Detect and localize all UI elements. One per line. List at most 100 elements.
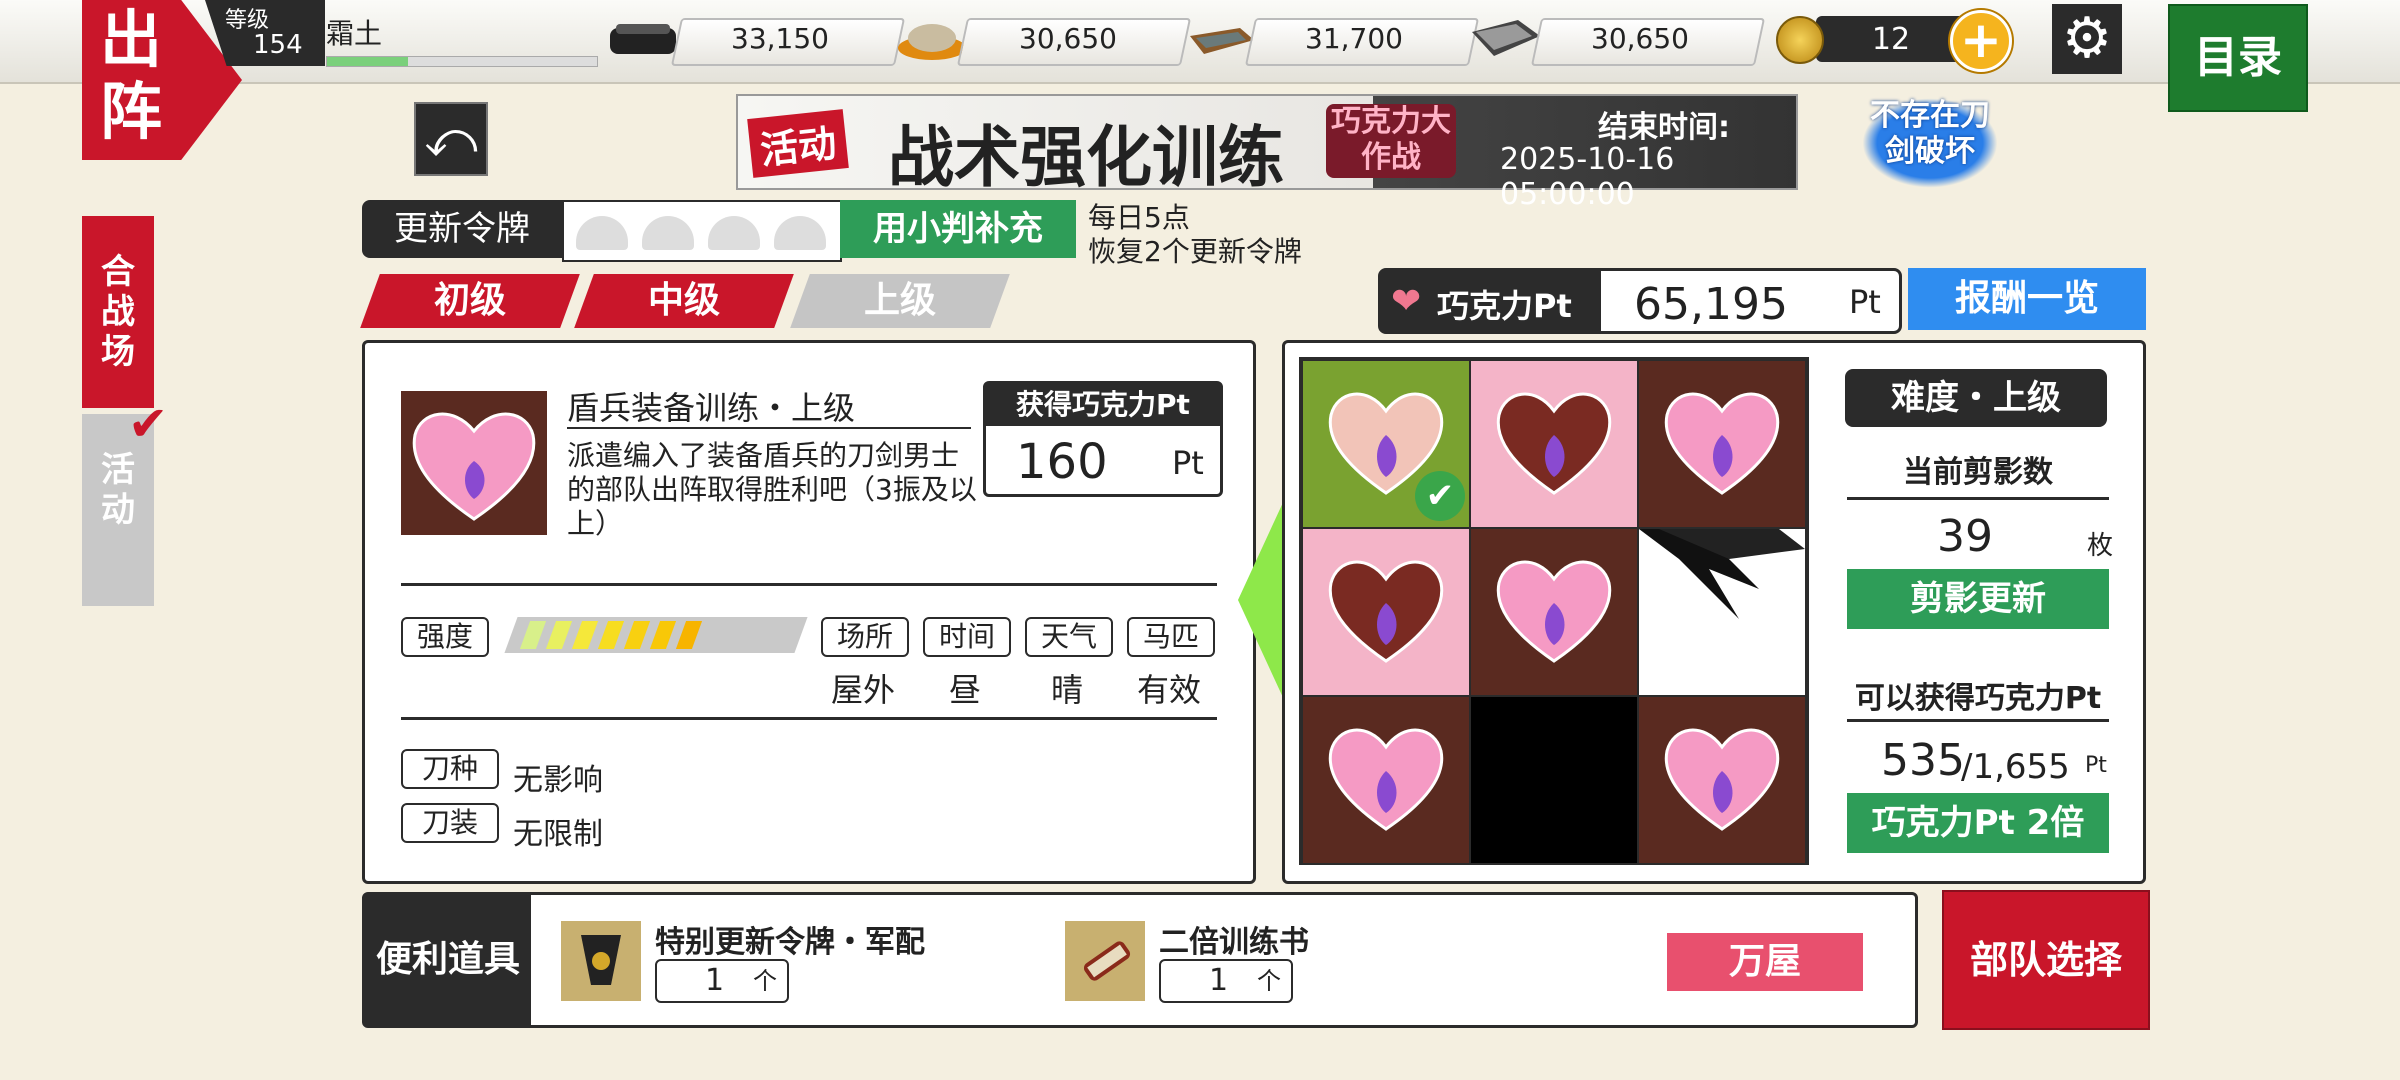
- silhouette-cell[interactable]: [1639, 529, 1805, 695]
- resource-value-cooling: 30,650: [1019, 22, 1117, 55]
- strength-segment: [702, 621, 728, 649]
- silhouette-cell[interactable]: [1303, 697, 1469, 863]
- choco-heart-icon: [1328, 728, 1444, 831]
- koban-value: 12: [1871, 22, 1911, 57]
- token-slots: [562, 200, 842, 262]
- banner-subtitle: 巧克力大作战: [1326, 104, 1456, 178]
- sword-type-value: 无影响: [513, 763, 603, 798]
- token-label: 更新令牌: [362, 200, 562, 258]
- no-break-badge: 不存在刀剑破坏: [1862, 98, 1998, 188]
- silhouette-refresh-button[interactable]: 剪影更新: [1847, 569, 2109, 629]
- equip-value: 无限制: [513, 817, 603, 852]
- strength-label: 强度: [401, 617, 489, 657]
- settings-gear-icon[interactable]: ⚙: [2052, 4, 2122, 74]
- choco-heart-icon: [1664, 392, 1780, 495]
- silhouette-grid: ✔: [1299, 357, 1809, 865]
- tab-beginner-label: 初级: [433, 280, 506, 321]
- reward-box: 获得巧克力Pt 160 Pt: [983, 381, 1223, 497]
- mission-panel: 盾兵装备训练・上级 派遣编入了装备盾兵的刀剑男士的部队出阵取得胜利吧（3振及以上…: [362, 340, 1256, 884]
- item2-qty-unit: 个: [1257, 967, 1281, 995]
- choco-heart-icon: [1496, 392, 1612, 495]
- choco-pt-box: ❤ 巧克力Pt 65,195 Pt: [1378, 268, 1902, 334]
- strength-segment: [623, 621, 651, 649]
- equip-label: 刀装: [401, 803, 499, 843]
- sortie-title-char-1: 出: [100, 3, 163, 76]
- condition-value: 昼: [948, 671, 981, 709]
- reward-value: 160: [1016, 434, 1108, 490]
- exp-bar-fill: [327, 57, 408, 66]
- refill-token-button[interactable]: 用小判补充: [840, 200, 1076, 258]
- tab-beginner[interactable]: 初级: [360, 274, 580, 328]
- event-banner: 活动 战术强化训练 巧克力大作战 结束时间: 2025-10-16 05:00:…: [736, 94, 1798, 212]
- check-icon: ✔: [1415, 471, 1465, 521]
- condition-label: 天气: [1025, 617, 1113, 657]
- condition-label: 场所: [821, 617, 909, 657]
- silhouette-cell[interactable]: [1471, 361, 1637, 527]
- charcoal-icon: [606, 14, 682, 64]
- strength-segment: [754, 621, 780, 649]
- resource-value-steel: 30,650: [1591, 22, 1689, 55]
- silhouette-cell[interactable]: [1639, 697, 1805, 863]
- items-label: 便利道具: [365, 895, 531, 1025]
- tab-battlefield-label: 合战场: [101, 252, 135, 372]
- gain-value: 535: [1881, 735, 1965, 786]
- condition-value: 晴: [1050, 671, 1083, 709]
- strength-segment: [597, 621, 625, 649]
- token-slot-icon: [708, 216, 760, 250]
- sword-type-label: 刀种: [401, 749, 499, 789]
- item1-quantity: 1 个: [655, 959, 789, 1003]
- condition-value: 有效: [1136, 671, 1201, 709]
- items-bar: 便利道具 特别更新令牌・军配 1 个 二倍训练书 1 个 万屋: [362, 892, 1918, 1028]
- tab-battlefield[interactable]: 合战场: [82, 216, 154, 408]
- special-token-icon: [561, 921, 641, 1001]
- banner-tag: 活动: [747, 109, 849, 178]
- silhouette-cell[interactable]: ✔: [1303, 361, 1469, 527]
- reward-list-button[interactable]: 报酬一览: [1908, 268, 2146, 330]
- condition-value: 屋外: [830, 671, 895, 709]
- resource-value-whetstone: 31,700: [1305, 22, 1403, 55]
- training-book-icon: [1065, 921, 1145, 1001]
- token-slot-icon: [576, 216, 628, 250]
- selected-check-icon: ✔: [128, 396, 169, 452]
- choco-pt-value: 65,195: [1634, 279, 1788, 330]
- double-pt-button[interactable]: 巧克力Pt 2倍: [1847, 793, 2109, 853]
- divider: [1847, 497, 2109, 500]
- choco-heart-icon: [1664, 728, 1780, 831]
- tab-advanced[interactable]: 上级: [790, 274, 1010, 328]
- strength-segment: [519, 621, 547, 649]
- squad-select-button[interactable]: 部队选择: [1942, 890, 2150, 1030]
- token-slot-icon: [642, 216, 694, 250]
- banner-end-label: 结束时间:: [1598, 110, 1730, 145]
- silhouette-cell[interactable]: [1471, 697, 1637, 863]
- silhouette-cell[interactable]: [1303, 529, 1469, 695]
- gain-max: /1,655: [1961, 747, 2070, 787]
- silhouette-count-label: 当前剪影数: [1903, 455, 2053, 490]
- condition-label: 马匹: [1127, 617, 1215, 657]
- choco-pt-label: 巧克力Pt: [1437, 287, 1572, 325]
- divider: [401, 583, 1217, 586]
- add-koban-button[interactable]: +: [1950, 10, 2012, 72]
- divider: [1847, 719, 2109, 722]
- banner-title: 战术强化训练: [888, 118, 1284, 196]
- back-button[interactable]: ⤺: [414, 102, 488, 176]
- condition-label: 时间: [923, 617, 1011, 657]
- silhouette-cell[interactable]: [1639, 361, 1805, 527]
- choco-heart-icon: [1328, 560, 1444, 663]
- token-slot-icon: [774, 216, 826, 250]
- silhouette-count-value: 39: [1937, 511, 1993, 562]
- tab-intermediate[interactable]: 中级: [574, 274, 794, 328]
- silhouette-cell[interactable]: [1471, 529, 1637, 695]
- banner-end-time: 2025-10-16 05:00:00: [1500, 142, 1675, 212]
- difficulty-label: 难度・上级: [1845, 369, 2107, 427]
- item2-name: 二倍训练书: [1159, 925, 1309, 960]
- reward-unit: Pt: [1172, 444, 1204, 482]
- player-name: 霜土: [326, 17, 383, 50]
- choco-heart-icon: [1496, 560, 1612, 663]
- item1-qty-value: 1: [705, 963, 725, 998]
- shop-button[interactable]: 万屋: [1667, 933, 1863, 991]
- item2-quantity: 1 个: [1159, 959, 1293, 1003]
- menu-button[interactable]: 目录: [2168, 4, 2308, 112]
- choco-pt-unit: Pt: [1849, 283, 1881, 321]
- mission-description: 派遣编入了装备盾兵的刀剑男士的部队出阵取得胜利吧（3振及以上）: [567, 439, 977, 540]
- silhouette-hair-icon: [1639, 529, 1805, 619]
